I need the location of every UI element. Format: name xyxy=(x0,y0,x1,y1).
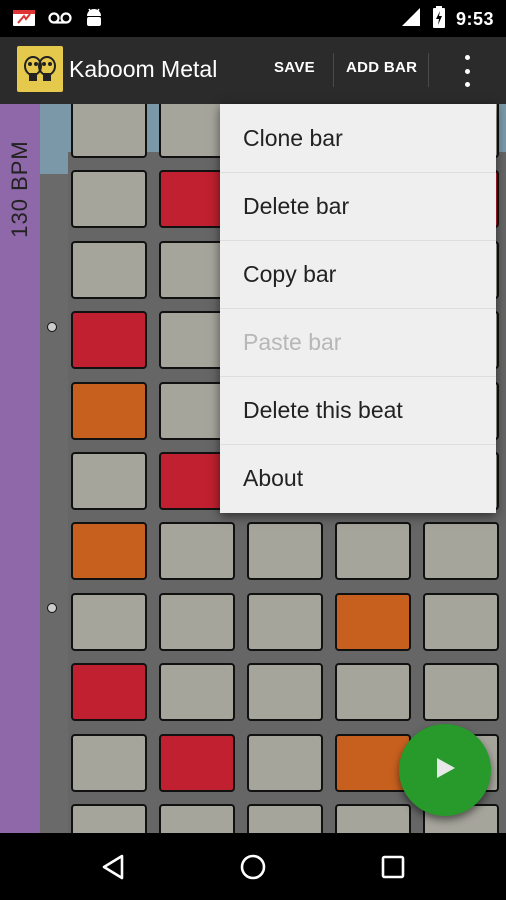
drum-pad[interactable] xyxy=(71,593,147,651)
signal-icon xyxy=(400,7,422,32)
drum-pad[interactable] xyxy=(423,522,499,580)
menu-item-clone-bar[interactable]: Clone bar xyxy=(220,104,496,172)
save-button[interactable]: SAVE xyxy=(274,59,315,76)
navigation-bar xyxy=(0,833,506,900)
drum-pad[interactable] xyxy=(71,241,147,299)
menu-item-delete-bar[interactable]: Delete bar xyxy=(220,172,496,240)
play-icon xyxy=(432,755,458,786)
drum-pad[interactable] xyxy=(71,452,147,510)
drum-pad[interactable] xyxy=(247,593,323,651)
drum-pad[interactable] xyxy=(423,663,499,721)
bpm-label: 130 BPM xyxy=(7,140,32,238)
battery-charging-icon xyxy=(432,6,446,33)
drum-pad[interactable] xyxy=(159,663,235,721)
gas-mask-icon[interactable] xyxy=(17,46,63,92)
drum-pad[interactable] xyxy=(71,734,147,792)
drum-pad[interactable] xyxy=(71,311,147,369)
action-bar: Kaboom Metal SAVE ADD BAR xyxy=(0,37,506,104)
action-divider xyxy=(428,53,429,87)
action-divider xyxy=(333,53,334,87)
drum-pad[interactable] xyxy=(71,382,147,440)
add-bar-button[interactable]: ADD BAR xyxy=(346,59,417,76)
menu-item-about[interactable]: About xyxy=(220,444,496,512)
menu-item-paste-bar: Paste bar xyxy=(220,308,496,376)
drum-pad[interactable] xyxy=(159,734,235,792)
home-icon[interactable] xyxy=(237,851,269,883)
overflow-menu: Clone bar Delete bar Copy bar Paste bar … xyxy=(220,104,496,513)
beat-marker-dot xyxy=(47,322,57,332)
drum-pad[interactable] xyxy=(247,522,323,580)
clock-time: 9:53 xyxy=(455,9,494,29)
drum-pad[interactable] xyxy=(335,522,411,580)
play-button[interactable] xyxy=(399,724,491,816)
calendar-icon xyxy=(12,8,36,33)
bpm-strip[interactable]: 130 BPM xyxy=(0,104,40,833)
drum-pad[interactable] xyxy=(335,593,411,651)
more-vert-icon[interactable] xyxy=(461,55,473,87)
drum-pad[interactable] xyxy=(71,522,147,580)
drum-pad[interactable] xyxy=(71,804,147,833)
drum-pad[interactable] xyxy=(247,663,323,721)
voicemail-icon xyxy=(48,11,72,30)
app-title: Kaboom Metal xyxy=(69,56,218,82)
back-icon[interactable] xyxy=(97,851,129,883)
recents-icon[interactable] xyxy=(377,851,409,883)
drum-pad[interactable] xyxy=(71,663,147,721)
drum-pad[interactable] xyxy=(159,593,235,651)
drum-pad[interactable] xyxy=(247,804,323,833)
drum-pad[interactable] xyxy=(159,804,235,833)
drum-pad[interactable] xyxy=(159,522,235,580)
menu-item-copy-bar[interactable]: Copy bar xyxy=(220,240,496,308)
status-bar: 9:53 xyxy=(0,0,506,37)
drum-pad[interactable] xyxy=(423,593,499,651)
beat-marker-gutter xyxy=(40,174,68,833)
beat-marker-dot xyxy=(47,603,57,613)
drum-pad[interactable] xyxy=(335,804,411,833)
menu-item-delete-this-beat[interactable]: Delete this beat xyxy=(220,376,496,444)
drum-pad[interactable] xyxy=(247,734,323,792)
drum-pad[interactable] xyxy=(71,104,147,158)
drum-pad[interactable] xyxy=(71,170,147,228)
android-icon xyxy=(84,7,104,34)
drum-pad[interactable] xyxy=(335,663,411,721)
